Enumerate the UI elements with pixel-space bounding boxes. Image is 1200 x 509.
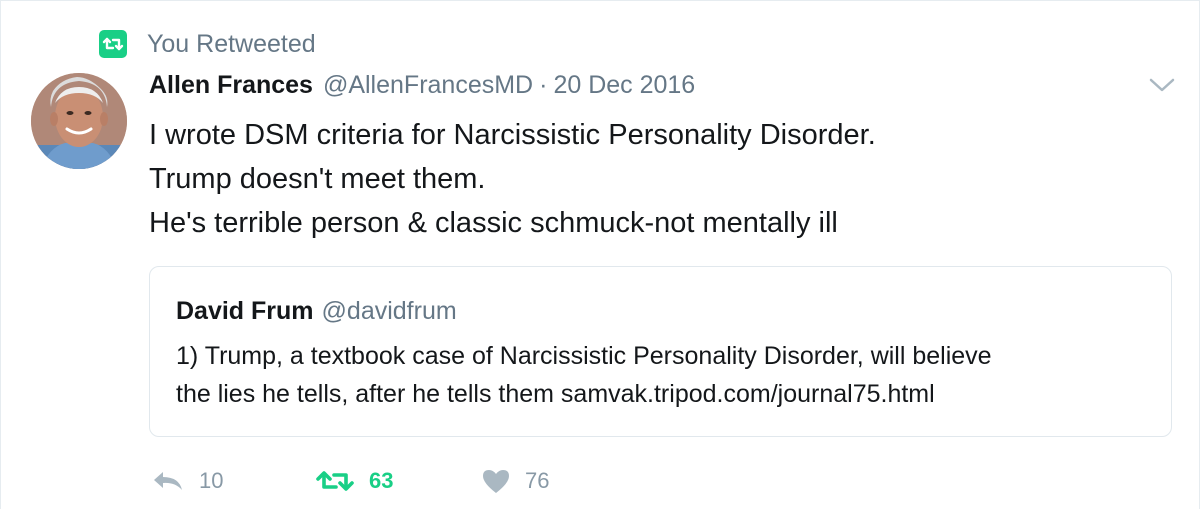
retweet-context-label: You Retweeted bbox=[147, 29, 316, 58]
heart-icon bbox=[483, 470, 509, 493]
quoted-tweet-line: 1) Trump, a textbook case of Narcissisti… bbox=[176, 342, 992, 370]
author-name[interactable]: Allen Frances bbox=[149, 71, 313, 100]
tweet-text-line: He's terrible person & classic schmuck-n… bbox=[149, 207, 838, 239]
like-count: 76 bbox=[525, 468, 550, 493]
retweet-context: You Retweeted bbox=[99, 29, 316, 59]
tweet-text: I wrote DSM criteria for Narcissistic Pe… bbox=[149, 113, 1149, 245]
tweet-card[interactable]: You Retweeted Allen Frances @AllenFrance… bbox=[0, 0, 1200, 509]
author-handle[interactable]: @AllenFrancesMD bbox=[323, 71, 533, 100]
reply-button[interactable]: 10 bbox=[151, 461, 223, 501]
quoted-tweet-header: David Frum @davidfrum bbox=[176, 297, 457, 326]
tweet-actions: 10 63 76 bbox=[151, 461, 751, 501]
reply-icon bbox=[154, 472, 182, 490]
quoted-author-name: David Frum bbox=[176, 297, 314, 325]
separator-dot: · bbox=[539, 71, 548, 99]
like-button[interactable]: 76 bbox=[481, 461, 549, 501]
quoted-tweet-text: 1) Trump, a textbook case of Narcissisti… bbox=[176, 337, 1156, 413]
tweet-timestamp[interactable]: 20 Dec 2016 bbox=[553, 71, 695, 100]
tweet-header: Allen Frances @AllenFrancesMD · 20 Dec 2… bbox=[149, 71, 695, 107]
retweet-badge-icon bbox=[99, 30, 127, 58]
quoted-author-handle: @davidfrum bbox=[321, 297, 457, 325]
retweet-count: 63 bbox=[369, 468, 394, 493]
tweet-text-line: I wrote DSM criteria for Narcissistic Pe… bbox=[149, 119, 876, 151]
quoted-tweet-line: the lies he tells, after he tells them s… bbox=[176, 380, 935, 408]
reply-count: 10 bbox=[199, 468, 224, 493]
chevron-down-icon[interactable] bbox=[1147, 75, 1177, 95]
tweet-text-line: Trump doesn't meet them. bbox=[149, 163, 486, 195]
quoted-tweet[interactable]: David Frum @davidfrum 1) Trump, a textbo… bbox=[149, 266, 1172, 437]
avatar[interactable] bbox=[31, 73, 127, 169]
retweet-button[interactable]: 63 bbox=[315, 461, 393, 501]
retweet-icon bbox=[316, 471, 354, 491]
